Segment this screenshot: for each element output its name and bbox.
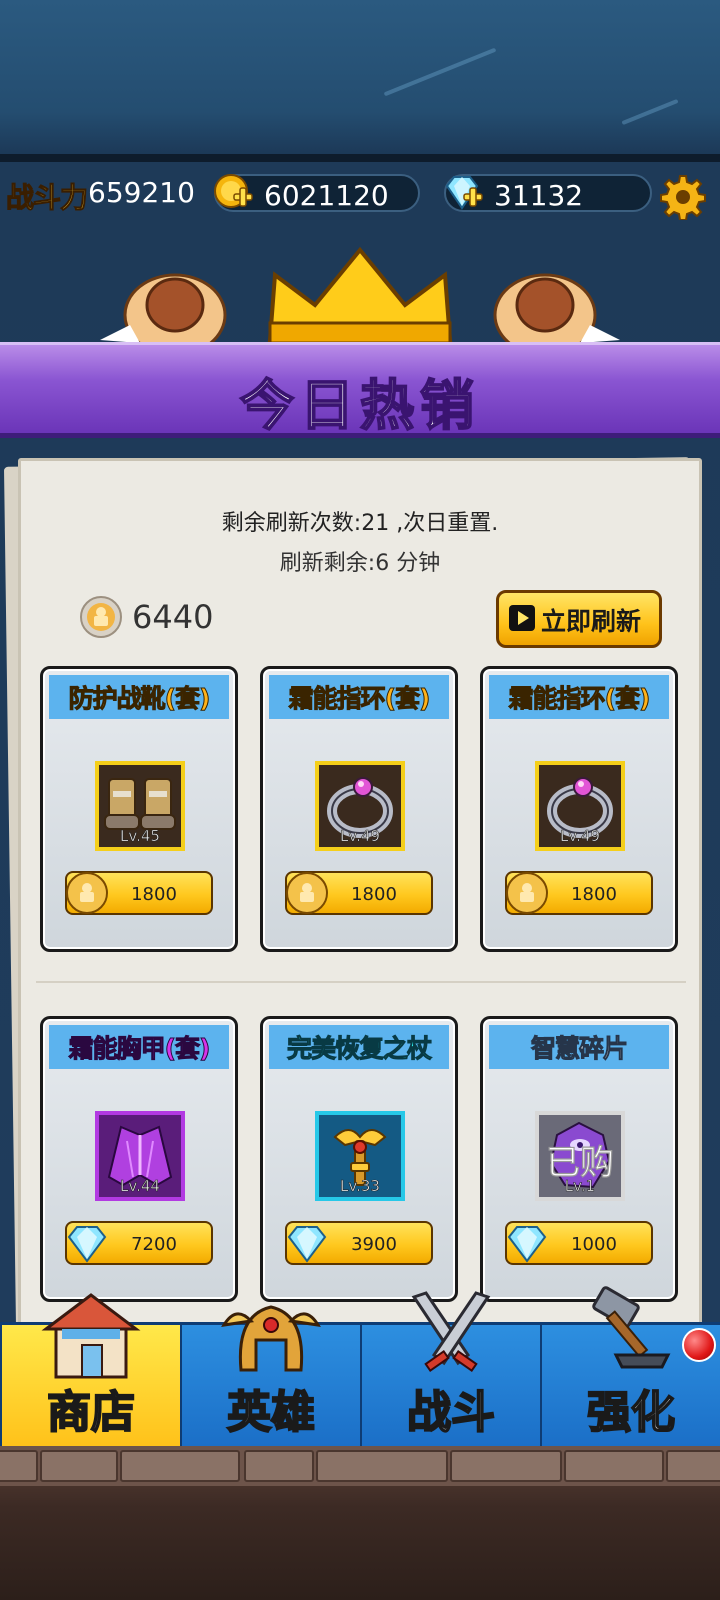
gold-counter[interactable]: 6021120 [214,174,420,212]
refresh-now-label: 立即刷新 [541,607,642,636]
nav-tab-shop[interactable]: 商店 [0,1293,180,1446]
item-price: 1000 [571,1234,617,1255]
shop-item-card[interactable]: 霜能胸甲(套) Lv.44 7200 [40,1016,238,1302]
item-title-bar: 智慧碎片 [489,1025,669,1069]
helmet-icon [221,1305,321,1372]
item-name: 霜能指环(套) [508,684,651,714]
shop-item-card[interactable]: 霜能指环(套) Lv.49 1800 [260,666,458,952]
item-icon-frame: Lv.33 [315,1111,405,1201]
top-rim [0,154,720,162]
buy-button[interactable]: 1800 [505,871,653,915]
crossed-swords-icon [411,1291,491,1372]
gem-counter[interactable]: 31132 [444,174,652,212]
brick [120,1450,240,1482]
item-level: Lv.49 [560,827,601,846]
top-background [0,0,720,160]
buy-button[interactable]: 1800 [65,871,213,915]
settings-gear-icon[interactable] [660,174,706,220]
item-name: 霜能胸甲(套) [68,1034,211,1064]
nav-label-shop: 商店 [46,1386,136,1439]
brick [564,1450,664,1482]
item-level: Lv.1 [564,1177,596,1196]
nav-label-upgrade: 强化 [586,1386,676,1439]
shop-item-card[interactable]: 霜能指环(套) Lv.49 1800 [480,666,678,952]
buy-button[interactable]: 7200 [65,1221,213,1265]
item-price: 1800 [131,884,177,905]
brick [316,1450,448,1482]
item-price: 1800 [351,884,397,905]
nav-label-heroes: 英雄 [226,1386,316,1439]
item-title-bar: 霜能胸甲(套) [49,1025,229,1069]
item-icon-frame: 已购 Lv.1 [535,1111,625,1201]
item-price: 7200 [131,1234,177,1255]
refresh-count-text: 剩余刷新次数:21 ,次日重置. [221,511,499,536]
play-icon [509,605,535,631]
row-divider [36,981,686,983]
shop-item-card[interactable]: 完美恢复之杖 Lv.33 3900 [260,1016,458,1302]
item-icon-frame: Lv.49 [315,761,405,851]
shop-house-icon [41,1293,141,1379]
notification-badge [682,1328,716,1362]
gold-coin-add-icon [214,174,253,208]
item-title-bar: 完美恢复之杖 [269,1025,449,1069]
item-level: Lv.49 [340,827,381,846]
item-icon-frame: Lv.44 [95,1111,185,1201]
shop-item-card[interactable]: 防护战靴(套) Lv.45 1800 [40,666,238,952]
token-icon [80,596,122,638]
crown-horns-decoration [100,246,620,345]
item-name: 智慧碎片 [530,1034,628,1064]
bottom-nav: 商店 英雄 战斗 强化 [0,1286,720,1446]
item-icon-frame: Lv.49 [535,761,625,851]
gem-add-icon [445,176,483,210]
item-name: 霜能指环(套) [288,684,431,714]
item-title-bar: 霜能指环(套) [489,675,669,719]
hammer-anvil-icon [592,1286,671,1369]
item-level: Lv.44 [120,1177,161,1196]
power-value: 659210 [88,176,195,209]
shop-item-card[interactable]: 智慧碎片 已购 Lv.1 1000 [480,1016,678,1302]
item-price: 1800 [571,884,617,905]
refresh-now-button[interactable]: 立即刷新 [496,590,662,648]
item-name: 完美恢复之杖 [286,1034,432,1064]
buy-button[interactable]: 1000 [505,1221,653,1265]
token-balance-value: 6440 [132,598,214,636]
item-name: 防护战靴(套) [68,684,211,714]
item-title-bar: 防护战靴(套) [49,675,229,719]
banner: 今日热销 [0,342,720,438]
gem-value: 31132 [494,179,584,212]
gold-value: 6021120 [264,179,389,212]
stats-bar: 战斗力 659210 6021120 31132 [0,168,720,220]
item-level: Lv.45 [120,827,161,846]
nav-label-battle: 战斗 [406,1386,496,1439]
brick [666,1450,720,1482]
item-title-bar: 霜能指环(套) [269,675,449,719]
item-price: 3900 [351,1234,397,1255]
brick [244,1450,314,1482]
refresh-timer-text: 刷新剩余:6 分钟 [279,551,441,576]
item-icon-frame: Lv.45 [95,761,185,851]
brick [0,1450,38,1482]
brick [40,1450,118,1482]
banner-title: 今日热销 [239,373,480,438]
buy-button[interactable]: 3900 [285,1221,433,1265]
nav-tab-heroes[interactable]: 英雄 [180,1305,360,1446]
brick [450,1450,562,1482]
item-level: Lv.33 [340,1177,381,1196]
power-label: 战斗力 [5,181,88,215]
buy-button[interactable]: 1800 [285,871,433,915]
nav-tab-battle[interactable]: 战斗 [360,1291,540,1446]
